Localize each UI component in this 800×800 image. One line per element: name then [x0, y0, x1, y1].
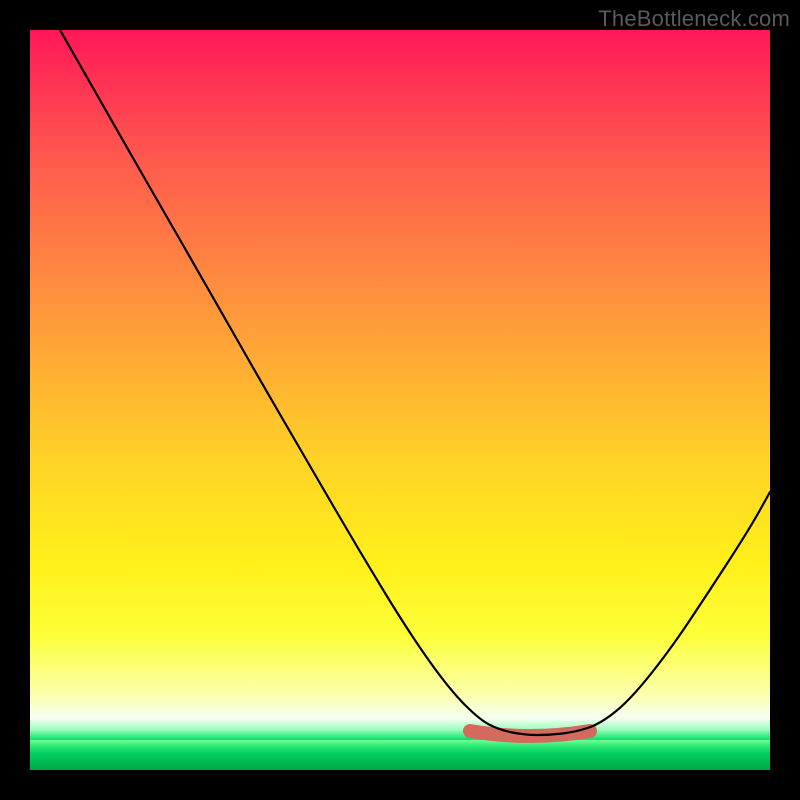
curve-layer — [30, 30, 770, 770]
watermark-text: TheBottleneck.com — [598, 6, 790, 32]
plot-area — [30, 30, 770, 770]
bottleneck-curve — [60, 30, 770, 735]
chart-frame: TheBottleneck.com — [0, 0, 800, 800]
